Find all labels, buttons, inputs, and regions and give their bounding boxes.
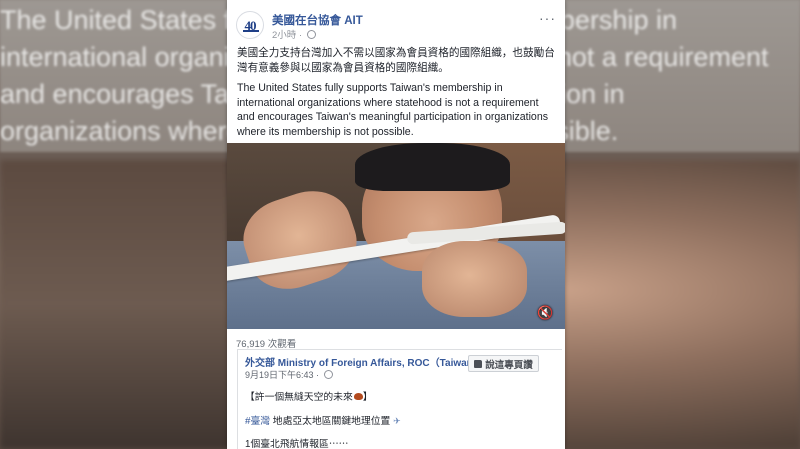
airplane-emoji-icon: ✈ — [393, 416, 401, 426]
shared-text-line: #臺灣 地處亞太地區關鍵地理位置 ✈ — [245, 416, 401, 427]
globe-icon — [323, 370, 333, 379]
page-name-link[interactable]: 美國在台協會 AIT — [272, 12, 363, 28]
hashtag-link[interactable]: #臺灣 — [245, 416, 270, 427]
post-text-english: The United States fully supports Taiwan'… — [237, 82, 549, 138]
view-count: 76,919 次觀看 — [236, 339, 297, 350]
video-player[interactable]: 🔇 — [227, 143, 565, 329]
like-page-button[interactable]: 說這專頁讚 — [468, 355, 539, 372]
like-page-label: 說這專頁讚 — [485, 359, 533, 371]
thumbs-up-icon — [474, 359, 483, 368]
post-header: 40 美國在台協會 AIT 2小時 · ··· — [236, 10, 558, 41]
more-options-icon[interactable]: ··· — [539, 10, 556, 26]
facebook-post-card: 40 美國在台協會 AIT 2小時 · ··· 美國全力支持台灣加入不需以國家為… — [227, 0, 565, 449]
shared-post: 外交部 Ministry of Foreign Affairs, ROC（Tai… — [237, 349, 562, 449]
globe-icon — [306, 30, 316, 39]
speaker-muted-icon[interactable]: 🔇 — [537, 306, 553, 320]
post-time[interactable]: 2小時 · — [272, 30, 302, 41]
page-avatar[interactable]: 40 — [236, 11, 264, 39]
post-text-chinese: 美國全力支持台灣加入不需以國家為會員資格的國際組織，也鼓勵台灣有意義參與以國家為… — [237, 47, 555, 74]
shared-post-time: 9月19日下午6:43 · — [245, 368, 333, 381]
shared-page-name-link[interactable]: 外交部 Ministry of Foreign Affairs, ROC（Tai… — [245, 354, 483, 369]
post-meta: 2小時 · — [272, 27, 316, 41]
shared-text-line: 1個臺北飛航情報區⋯⋯ — [245, 439, 349, 449]
butterfly-emoji-icon — [353, 393, 363, 400]
shared-text-line: 【許一個無縫天空的未來】 — [245, 392, 373, 403]
